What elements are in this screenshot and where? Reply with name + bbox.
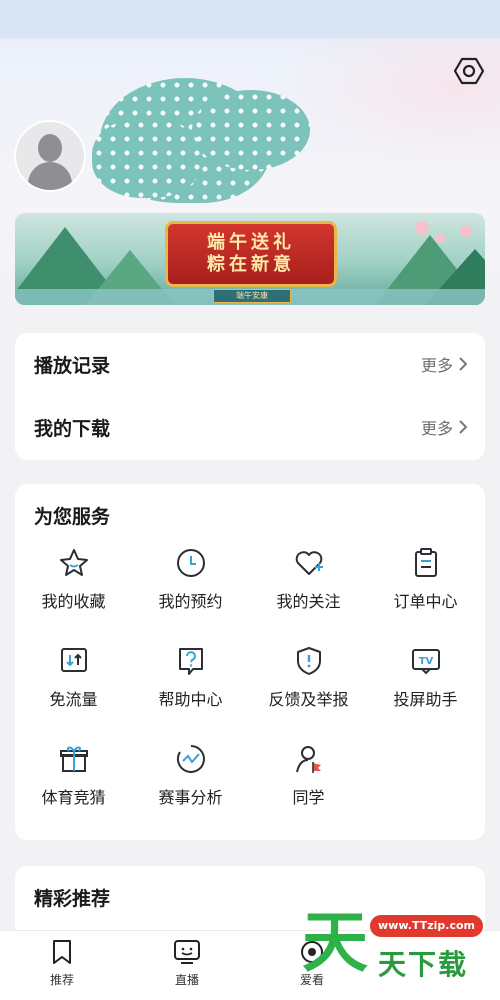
service-orders[interactable]: 订单中心 <box>367 546 484 636</box>
site-watermark: 天 www.TTzip.com 天下载 <box>298 905 488 985</box>
watermark-url: www.TTzip.com <box>370 915 483 937</box>
shield-alert-icon <box>292 644 326 678</box>
status-bar-area <box>0 0 500 38</box>
play-history-more[interactable]: 更多 <box>421 352 467 376</box>
records-card: 播放记录 更多 我的下载 更多 <box>15 333 485 460</box>
banner-line1: 端午送礼 <box>207 232 295 253</box>
service-classmates[interactable]: 同学 <box>250 742 367 832</box>
watermark-logo: 天 <box>302 904 368 981</box>
gift-icon <box>57 742 91 776</box>
bookmark-icon <box>53 940 71 964</box>
data-free-icon <box>57 644 91 678</box>
chevron-right-icon <box>459 420 467 434</box>
service-data-free[interactable]: 免流量 <box>15 644 132 734</box>
banner-subtitle: 端午安康 <box>213 289 291 303</box>
play-history-title: 播放记录 <box>34 354 111 377</box>
chevron-right-icon <box>459 357 467 371</box>
clipboard-icon <box>409 546 443 580</box>
help-icon <box>174 644 208 678</box>
heart-plus-icon <box>292 546 326 580</box>
service-favorites[interactable]: 我的收藏 <box>15 546 132 636</box>
avatar[interactable] <box>16 122 84 190</box>
play-history-row[interactable]: 播放记录 更多 <box>15 334 485 394</box>
service-help[interactable]: 帮助中心 <box>132 644 249 734</box>
service-reservations[interactable]: 我的预约 <box>132 546 249 636</box>
service-feedback[interactable]: 反馈及举报 <box>250 644 367 734</box>
username-redacted[interactable] <box>92 78 312 206</box>
featured-title: 精彩推荐 <box>34 888 111 910</box>
service-following[interactable]: 我的关注 <box>250 546 367 636</box>
watermark-text: 天下载 <box>378 948 469 981</box>
services-card: 为您服务 我的收藏 我的预约 我的关注 订单中心 免流量 帮助中心 反馈及举报 … <box>15 484 485 840</box>
settings-icon <box>454 57 484 85</box>
analysis-icon <box>174 742 208 776</box>
tv-cast-icon: TV <box>409 644 443 678</box>
service-screen-cast[interactable]: TV 投屏助手 <box>367 644 484 734</box>
downloads-more[interactable]: 更多 <box>421 415 467 439</box>
star-icon <box>57 546 91 580</box>
service-sports-quiz[interactable]: 体育竞猜 <box>15 742 132 832</box>
clock-icon <box>174 546 208 580</box>
tab-live[interactable]: 直播 <box>137 939 237 997</box>
banner-line2: 粽在新意 <box>207 254 295 275</box>
classmate-icon <box>292 742 326 776</box>
live-tv-icon <box>174 940 200 964</box>
downloads-title: 我的下载 <box>34 417 111 440</box>
settings-button[interactable] <box>450 52 488 90</box>
downloads-row[interactable]: 我的下载 更多 <box>15 397 485 457</box>
svg-text:TV: TV <box>418 656 433 667</box>
promo-banner[interactable]: 端午送礼 粽在新意 端午安康 <box>15 213 485 305</box>
banner-sign: 端午送礼 粽在新意 <box>165 221 337 287</box>
services-title: 为您服务 <box>34 506 111 528</box>
service-match-analysis[interactable]: 赛事分析 <box>132 742 249 832</box>
tab-recommend[interactable]: 推荐 <box>12 939 112 997</box>
